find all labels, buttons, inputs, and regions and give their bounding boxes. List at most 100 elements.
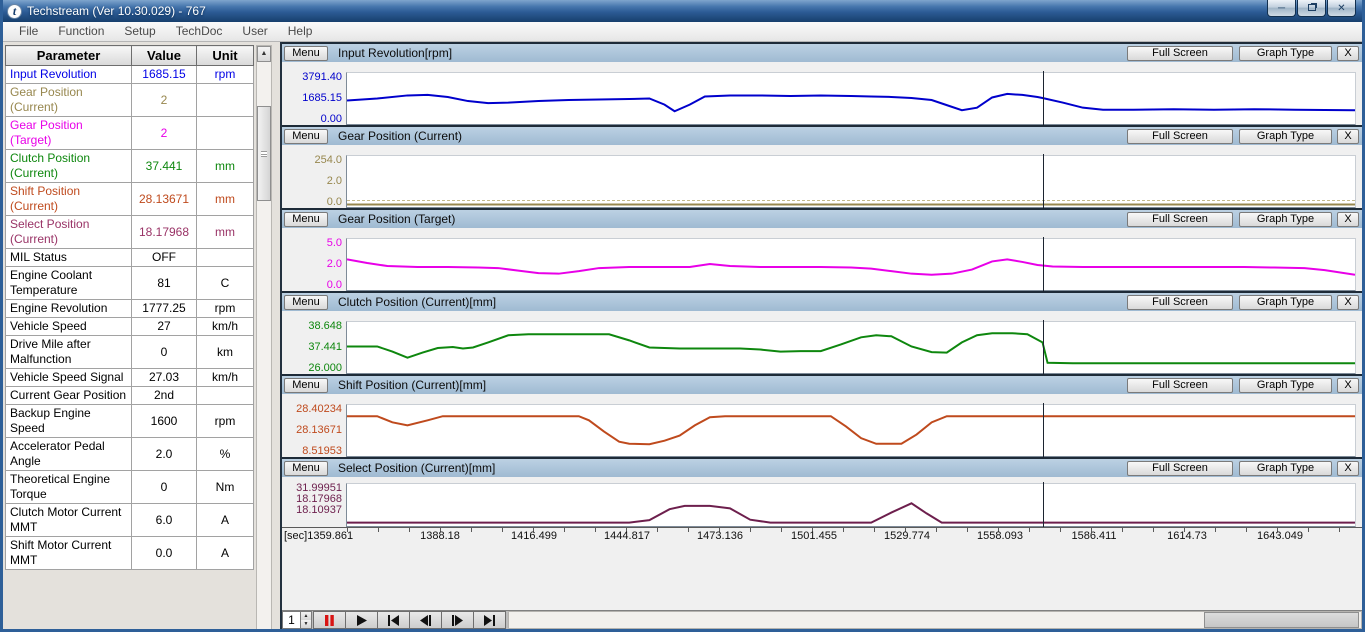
menu-button[interactable]: Menu (284, 212, 328, 227)
line-chart (347, 239, 1355, 290)
menu-button[interactable]: Menu (284, 295, 328, 310)
table-row[interactable]: Engine Coolant Temperature81C (6, 267, 254, 300)
menu-setup[interactable]: Setup (114, 22, 165, 41)
table-row[interactable]: Gear Position (Target)2 (6, 117, 254, 150)
pause-button[interactable] (313, 611, 346, 629)
col-header-unit[interactable]: Unit (197, 46, 254, 66)
menu-techdoc[interactable]: TechDoc (166, 22, 233, 41)
skip-to-end-button[interactable] (473, 611, 506, 629)
time-cursor[interactable] (1043, 482, 1044, 528)
plot-area[interactable] (346, 483, 1356, 527)
plot-area[interactable] (346, 72, 1356, 125)
close-button[interactable]: ✕ (1327, 0, 1356, 17)
full-screen-button[interactable]: Full Screen (1127, 461, 1233, 476)
graph-title: Shift Position (Current)[mm] (338, 378, 486, 392)
full-screen-button[interactable]: Full Screen (1127, 129, 1233, 144)
table-row[interactable]: Shift Position (Current)28.13671mm (6, 183, 254, 216)
table-row[interactable]: Theoretical Engine Torque0Nm (6, 471, 254, 504)
time-cursor[interactable] (1043, 71, 1044, 126)
timeline-scrollbar-thumb[interactable] (1204, 612, 1359, 628)
menu-file[interactable]: File (9, 22, 48, 41)
full-screen-button[interactable]: Full Screen (1127, 46, 1233, 61)
menu-help[interactable]: Help (278, 22, 323, 41)
table-scrollbar-thumb[interactable] (257, 106, 271, 201)
table-row[interactable]: Drive Mile after Malfunction0km (6, 336, 254, 369)
table-row[interactable]: Shift Motor Current MMT0.0A (6, 537, 254, 570)
table-row[interactable]: Clutch Position (Current)37.441mm (6, 150, 254, 183)
y-axis-labels: 3791.40 1685.15 0.00 (282, 72, 346, 125)
table-row[interactable]: Backup Engine Speed1600rpm (6, 405, 254, 438)
graph-type-button[interactable]: Graph Type (1239, 295, 1332, 310)
graph-type-button[interactable]: Graph Type (1239, 212, 1332, 227)
restore-button[interactable] (1297, 0, 1326, 17)
step-forward-button[interactable] (441, 611, 474, 629)
spinner-down-icon[interactable]: ▼ (301, 620, 311, 628)
spinner-up-icon[interactable]: ▲ (301, 612, 311, 620)
table-row[interactable]: MIL StatusOFF (6, 249, 254, 267)
table-row[interactable]: Gear Position (Current)2 (6, 84, 254, 117)
menu-button[interactable]: Menu (284, 378, 328, 393)
time-tick-label: 1614.73 (1167, 530, 1207, 542)
play-button[interactable] (345, 611, 378, 629)
close-graph-button[interactable]: X (1337, 461, 1359, 476)
graph-type-button[interactable]: Graph Type (1239, 461, 1332, 476)
menu-button[interactable]: Menu (284, 129, 328, 144)
graph-title: Gear Position (Target) (338, 212, 455, 226)
line-chart (347, 322, 1355, 373)
timeline-scrollbar[interactable] (508, 611, 1362, 629)
plot-area[interactable] (346, 238, 1356, 291)
y-max-label: 28.40234 (296, 404, 342, 415)
close-graph-button[interactable]: X (1337, 46, 1359, 61)
col-header-value[interactable]: Value (132, 46, 197, 66)
menu-function[interactable]: Function (48, 22, 114, 41)
y-axis-labels: 31.99951 18.17968 18.10937 (282, 483, 346, 527)
table-row[interactable]: Vehicle Speed Signal27.03km/h (6, 369, 254, 387)
y-max-label: 254.0 (314, 155, 342, 166)
y-min-label: 26.000 (308, 363, 342, 374)
step-back-button[interactable] (409, 611, 442, 629)
table-row[interactable]: Select Position (Current)18.17968mm (6, 216, 254, 249)
menu-user[interactable]: User (232, 22, 277, 41)
time-cursor[interactable] (1043, 237, 1044, 292)
y-current-label: 1685.15 (302, 93, 342, 104)
plot-area[interactable] (346, 321, 1356, 374)
full-screen-button[interactable]: Full Screen (1127, 295, 1233, 310)
minimize-button[interactable]: ─ (1267, 0, 1296, 17)
playback-bar: 1 ▲▼ (282, 610, 1362, 629)
table-row[interactable]: Input Revolution1685.15rpm (6, 66, 254, 84)
table-scrollbar[interactable]: ▲ ▼ (256, 45, 272, 632)
table-row[interactable]: Clutch Motor Current MMT6.0A (6, 504, 254, 537)
y-max-label: 5.0 (327, 238, 342, 249)
graph-title: Input Revolution[rpm] (338, 46, 452, 60)
close-graph-button[interactable]: X (1337, 295, 1359, 310)
close-graph-button[interactable]: X (1337, 129, 1359, 144)
y-max-label: 38.648 (308, 321, 342, 332)
col-header-parameter[interactable]: Parameter (6, 46, 132, 66)
close-graph-button[interactable]: X (1337, 212, 1359, 227)
frame-spinner[interactable]: 1 ▲▼ (282, 611, 312, 629)
time-cursor[interactable] (1043, 320, 1044, 375)
plot-area[interactable] (346, 404, 1356, 457)
y-min-label: 8.51953 (302, 446, 342, 457)
graph-type-button[interactable]: Graph Type (1239, 46, 1332, 61)
graph-type-button[interactable]: Graph Type (1239, 129, 1332, 144)
time-cursor[interactable] (1043, 154, 1044, 209)
skip-to-start-button[interactable] (377, 611, 410, 629)
table-row[interactable]: Vehicle Speed27km/h (6, 318, 254, 336)
full-screen-button[interactable]: Full Screen (1127, 212, 1233, 227)
table-row[interactable]: Engine Revolution1777.25rpm (6, 300, 254, 318)
graph-panel-input-revolution: Menu Input Revolution[rpm] Full Screen G… (282, 42, 1362, 125)
line-chart (347, 405, 1355, 456)
time-tick-label: 1388.18 (420, 530, 460, 542)
close-graph-button[interactable]: X (1337, 378, 1359, 393)
full-screen-button[interactable]: Full Screen (1127, 378, 1233, 393)
time-cursor[interactable] (1043, 403, 1044, 458)
menu-button[interactable]: Menu (284, 461, 328, 476)
scroll-up-arrow[interactable]: ▲ (257, 46, 271, 62)
graph-type-button[interactable]: Graph Type (1239, 378, 1332, 393)
table-row[interactable]: Current Gear Position2nd (6, 387, 254, 405)
menu-button[interactable]: Menu (284, 46, 328, 61)
time-tick-label: 1416.499 (511, 530, 557, 542)
plot-area[interactable] (346, 155, 1356, 208)
table-row[interactable]: Accelerator Pedal Angle2.0% (6, 438, 254, 471)
